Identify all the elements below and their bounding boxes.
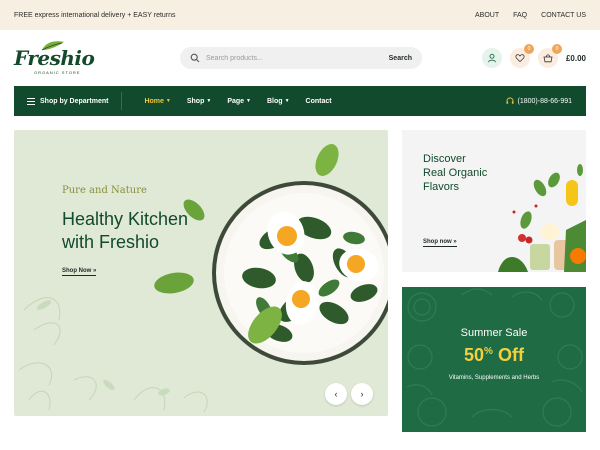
main-navigation: Shop by Department Home ▼ Shop ▼ Page ▼ Blo… xyxy=(14,86,586,116)
chevron-down-icon: ▼ xyxy=(284,98,290,104)
phone-contact[interactable]: (1800)-88-66-991 xyxy=(506,97,586,105)
salad-bowl-image xyxy=(212,181,388,365)
cart-button[interactable]: 0 xyxy=(537,44,562,68)
offer-number: 50 xyxy=(464,345,485,365)
header-actions: 0 0 £0.00 xyxy=(481,44,586,68)
offer-percent: % xyxy=(484,346,493,357)
cart-count-badge: 0 xyxy=(551,44,562,54)
heart-icon xyxy=(515,54,525,63)
offer-word: Off xyxy=(497,345,524,365)
chevron-down-icon: ▼ xyxy=(165,98,171,104)
nav-item-contact-label: Contact xyxy=(305,97,332,105)
vegetables-image xyxy=(498,164,586,272)
summer-sale-banner[interactable]: Summer Sale 50% Off Vitamins, Supplement… xyxy=(402,287,586,432)
chevron-down-icon: ▼ xyxy=(206,98,212,104)
headset-icon xyxy=(506,97,514,104)
hero-shop-now-link[interactable]: Shop Now » xyxy=(62,268,97,276)
shop-by-department-button[interactable]: Shop by Department xyxy=(14,92,123,110)
top-bar: FREE express international delivery + EA… xyxy=(0,0,600,30)
wishlist-button[interactable]: 0 xyxy=(509,44,534,68)
user-icon xyxy=(488,53,496,63)
search-bar: Search xyxy=(180,47,422,69)
hero-tagline: Pure and Nature xyxy=(62,185,147,196)
phone-number: (1800)-88-66-991 xyxy=(517,97,572,105)
floating-leaf-icon xyxy=(315,144,339,176)
logo-wordmark: Freshio xyxy=(14,46,95,70)
nav-item-blog[interactable]: Blog ▼ xyxy=(267,98,290,105)
nav-item-blog-label: Blog xyxy=(267,97,283,105)
top-link-contact[interactable]: CONTACT US xyxy=(541,12,586,19)
nav-item-shop[interactable]: Shop ▼ xyxy=(187,98,211,105)
basket-icon xyxy=(543,54,553,63)
summer-sale-subtitle: Vitamins, Supplements and Herbs xyxy=(448,375,540,381)
slider-next-button[interactable]: › xyxy=(351,383,373,405)
discover-shop-now-link[interactable]: Shop now » xyxy=(423,239,457,247)
hamburger-menu-icon xyxy=(27,97,35,105)
department-label: Shop by Department xyxy=(40,97,109,105)
slider-arrows: ‹ › xyxy=(325,383,373,405)
floating-leaf-icon xyxy=(154,272,194,294)
nav-item-page-label: Page xyxy=(227,97,245,105)
site-header: Freshio ORGANIC STORE Search 0 xyxy=(0,30,600,86)
wishlist-count-badge: 0 xyxy=(523,44,534,54)
cart-total[interactable]: £0.00 xyxy=(566,54,586,63)
summer-sale-title: Summer Sale xyxy=(460,327,528,339)
account-button[interactable] xyxy=(481,48,502,68)
top-link-faq[interactable]: FAQ xyxy=(513,12,527,19)
discover-banner[interactable]: Discover Real Organic Flavors Shop now » xyxy=(402,130,586,272)
nav-item-contact[interactable]: Contact xyxy=(306,98,332,105)
slider-prev-button[interactable]: ‹ xyxy=(325,383,347,405)
logo-tagline: ORGANIC STORE xyxy=(34,70,81,75)
nav-item-home-label: Home xyxy=(144,97,164,105)
nav-item-shop-label: Shop xyxy=(186,97,205,105)
floating-leaf-icon xyxy=(248,306,282,344)
floating-leaf-icon xyxy=(183,199,205,221)
promo-text: FREE express international delivery + EA… xyxy=(14,11,176,19)
search-icon xyxy=(190,53,200,63)
nav-menu: Home ▼ Shop ▼ Page ▼ Blog ▼ Contact xyxy=(144,98,331,105)
top-links: ABOUT FAQ CONTACT US xyxy=(475,12,586,19)
nav-item-home[interactable]: Home ▼ xyxy=(144,98,170,105)
hero-slider: Pure and Nature Healthy Kitchen with Fre… xyxy=(14,130,388,416)
chevron-down-icon: ▼ xyxy=(246,98,251,104)
search-button[interactable]: Search xyxy=(389,55,412,62)
logo[interactable]: Freshio ORGANIC STORE xyxy=(14,40,95,76)
search-input[interactable] xyxy=(206,54,389,62)
nav-item-page[interactable]: Page ▼ xyxy=(227,98,251,105)
summer-sale-offer: 50% Off xyxy=(402,345,586,366)
top-link-about[interactable]: ABOUT xyxy=(475,12,499,19)
